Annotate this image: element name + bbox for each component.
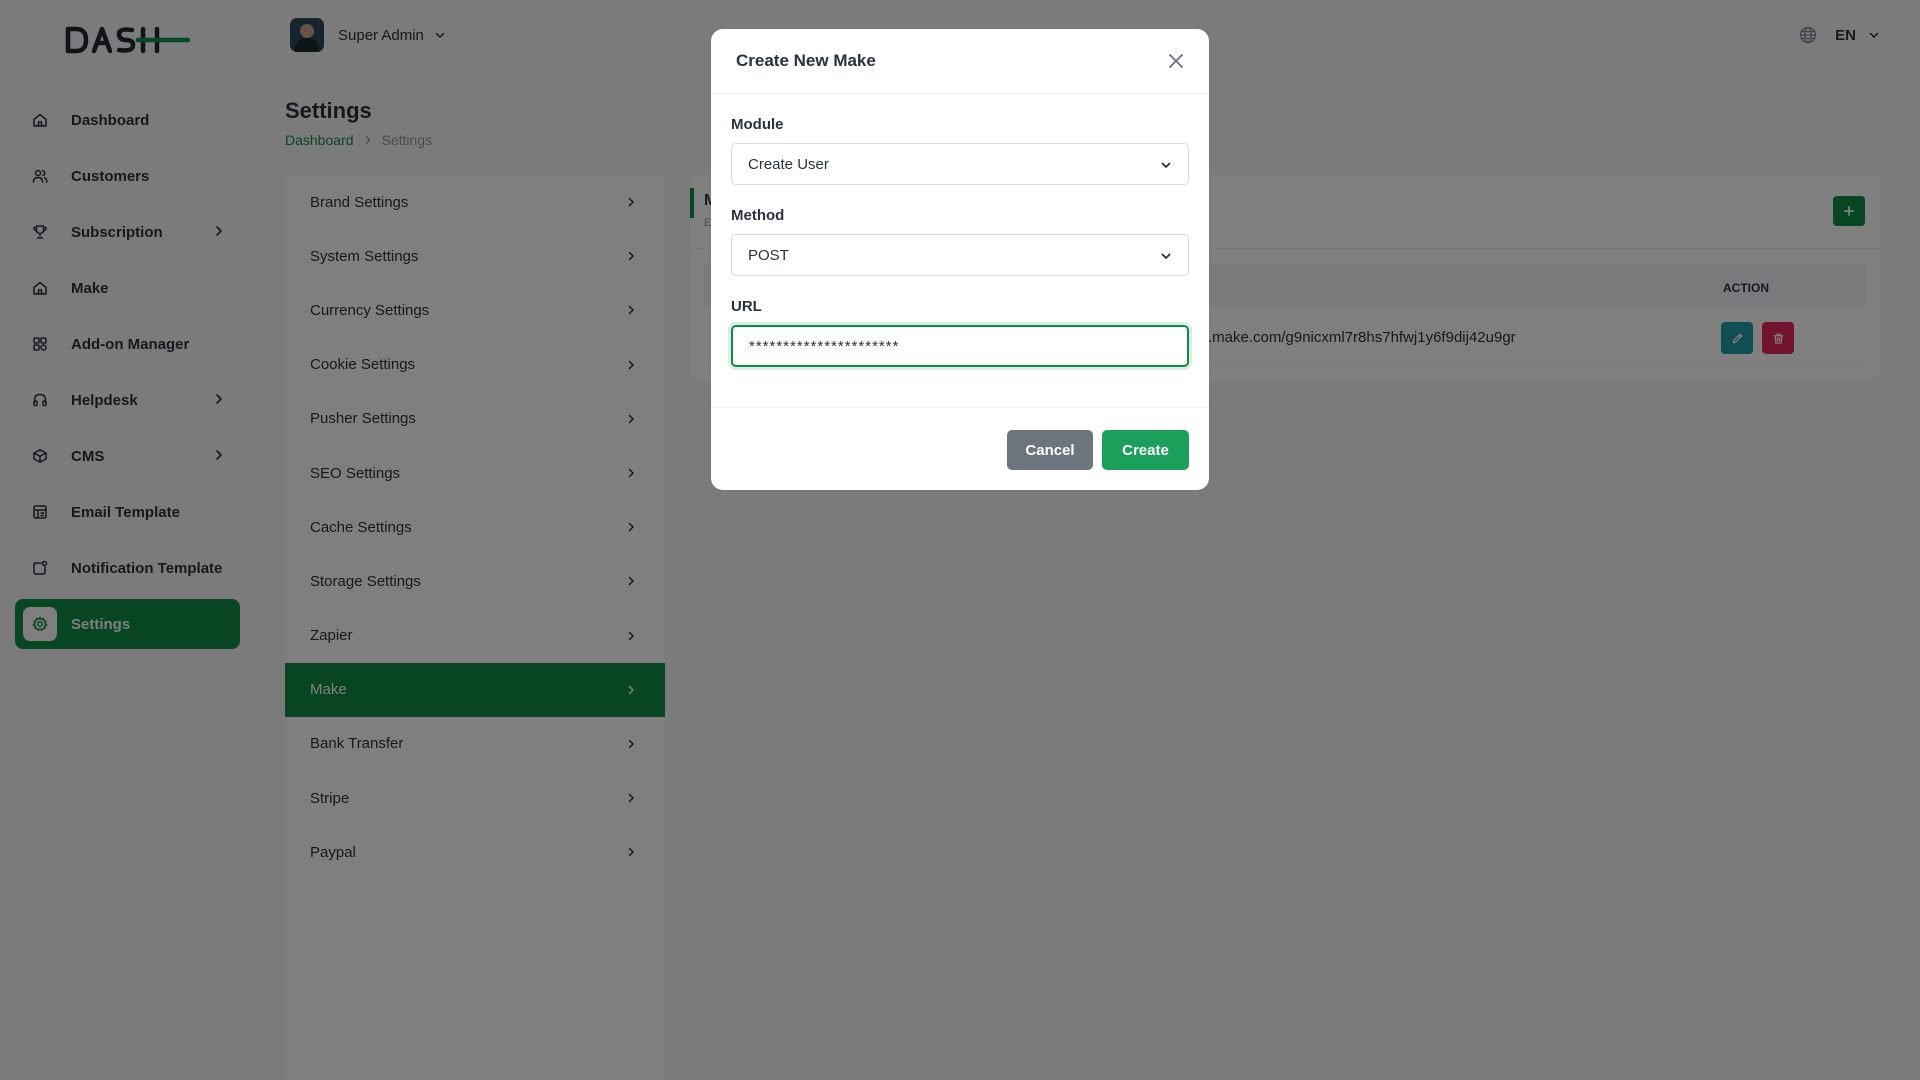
close-button[interactable] xyxy=(1165,50,1187,72)
cancel-button[interactable]: Cancel xyxy=(1007,430,1093,470)
create-button[interactable]: Create xyxy=(1102,430,1189,470)
modal-header: Create New Make xyxy=(711,29,1209,94)
chevron-down-icon xyxy=(1160,250,1172,262)
url-input[interactable] xyxy=(731,325,1189,367)
method-label: Method xyxy=(731,207,785,224)
modal-footer-divider xyxy=(711,407,1209,408)
close-icon xyxy=(1165,50,1187,72)
url-label: URL xyxy=(731,298,762,315)
method-select-value: POST xyxy=(748,246,789,264)
module-select-value: Create User xyxy=(748,155,829,173)
modal-title: Create New Make xyxy=(736,51,876,70)
module-label: Module xyxy=(731,116,784,133)
chevron-down-icon xyxy=(1160,159,1172,171)
method-select[interactable]: POST xyxy=(731,234,1189,276)
module-select[interactable]: Create User xyxy=(731,143,1189,185)
create-make-modal: Create New Make Module Create User Metho… xyxy=(711,29,1209,490)
